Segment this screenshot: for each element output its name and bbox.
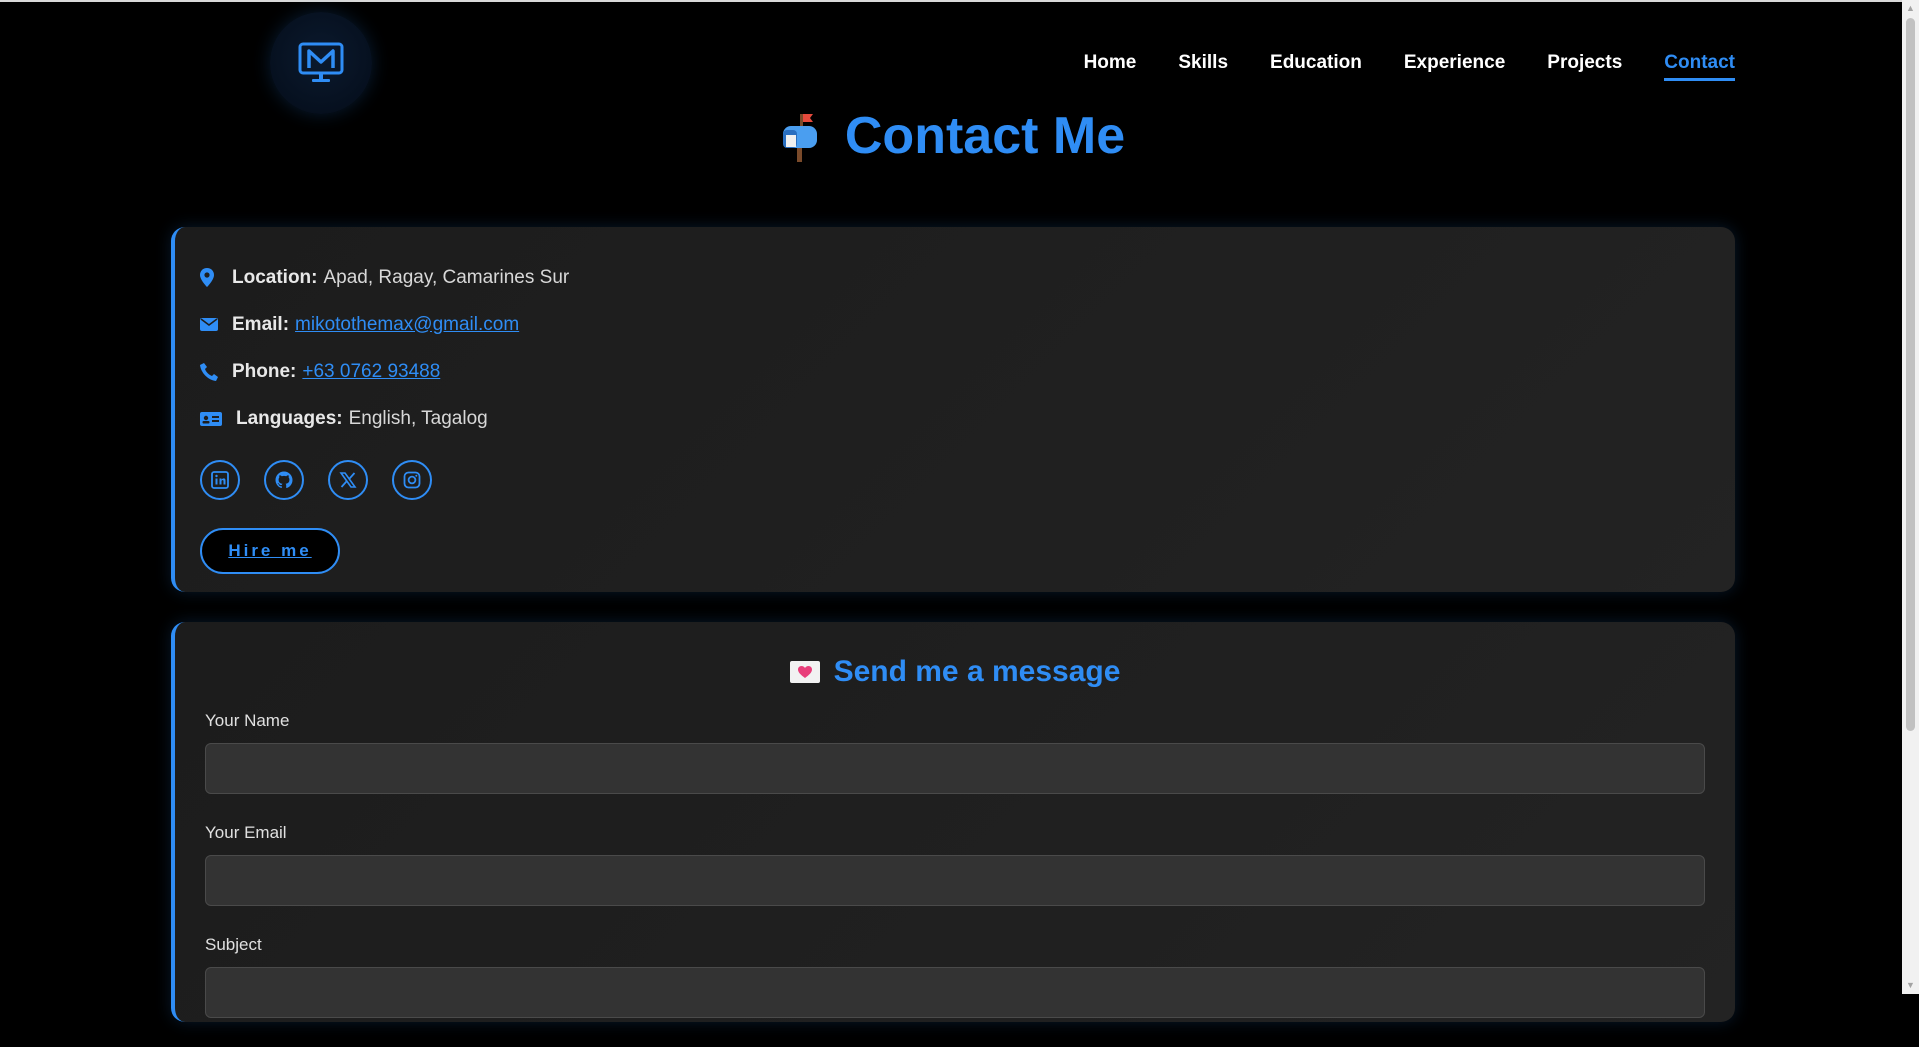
languages-value: English, Tagalog [348, 407, 488, 429]
x-icon [339, 472, 357, 488]
github-button[interactable] [264, 460, 304, 500]
map-pin-icon [200, 268, 222, 287]
name-input[interactable] [205, 743, 1705, 794]
email-input[interactable] [205, 855, 1705, 906]
nav-projects[interactable]: Projects [1547, 52, 1622, 81]
scroll-down-arrow-icon[interactable]: ▼ [1902, 977, 1919, 994]
mailbox-icon [782, 114, 817, 162]
nav-contact[interactable]: Contact [1664, 52, 1735, 81]
subject-label: Subject [205, 935, 262, 954]
linkedin-button[interactable] [200, 460, 240, 500]
id-card-icon [200, 411, 222, 426]
contact-info-card: Location: Apad, Ragay, Camarines Sur Ema… [171, 227, 1735, 592]
window-top-border [0, 0, 1919, 2]
phone-link[interactable]: +63 0762 93488 [302, 361, 440, 383]
linkedin-icon [211, 471, 229, 489]
email-input-label: Your Email [205, 823, 287, 842]
form-title-text: Send me a message [833, 655, 1121, 688]
email-label: Email: [232, 313, 290, 335]
location-row: Location: Apad, Ragay, Camarines Sur [200, 254, 1735, 301]
location-value: Apad, Ragay, Camarines Sur [323, 266, 570, 288]
site-logo[interactable] [270, 12, 372, 114]
social-links [200, 460, 1735, 500]
scrollbar-thumb[interactable] [1906, 18, 1915, 731]
nav-experience[interactable]: Experience [1404, 52, 1505, 81]
phone-label: Phone: [232, 360, 297, 382]
nav-home[interactable]: Home [1084, 52, 1137, 81]
hire-me-button[interactable]: Hire me [200, 528, 340, 574]
form-title: Send me a message [205, 655, 1705, 689]
scroll-up-arrow-icon[interactable]: ▲ [1902, 0, 1919, 17]
email-link[interactable]: mikotothemax@gmail.com [295, 314, 519, 336]
instagram-button[interactable] [392, 460, 432, 500]
languages-row: Languages: English, Tagalog [200, 395, 1735, 442]
location-label: Location: [232, 266, 318, 288]
languages-label: Languages: [236, 407, 343, 429]
monitor-logo-icon [298, 42, 344, 82]
page-title: Contact Me [0, 106, 1902, 166]
nav-education[interactable]: Education [1270, 52, 1362, 81]
email-row: Email: mikotothemax@gmail.com [200, 301, 1735, 348]
phone-row: Phone: +63 0762 93488 [200, 348, 1735, 395]
x-button[interactable] [328, 460, 368, 500]
nav-skills[interactable]: Skills [1178, 52, 1228, 81]
envelope-icon [200, 318, 222, 331]
phone-icon [200, 362, 222, 381]
message-form-card: Send me a message Your Name Your Email S… [171, 622, 1735, 1022]
main-nav: Home Skills Education Experience Project… [1084, 52, 1735, 81]
github-icon [275, 471, 293, 489]
page-title-text: Contact Me [844, 107, 1126, 165]
instagram-icon [403, 471, 421, 489]
name-label: Your Name [205, 711, 290, 730]
love-letter-icon [789, 661, 820, 683]
page-scrollbar[interactable]: ▲ ▼ [1902, 0, 1919, 994]
subject-input[interactable] [205, 967, 1705, 1018]
